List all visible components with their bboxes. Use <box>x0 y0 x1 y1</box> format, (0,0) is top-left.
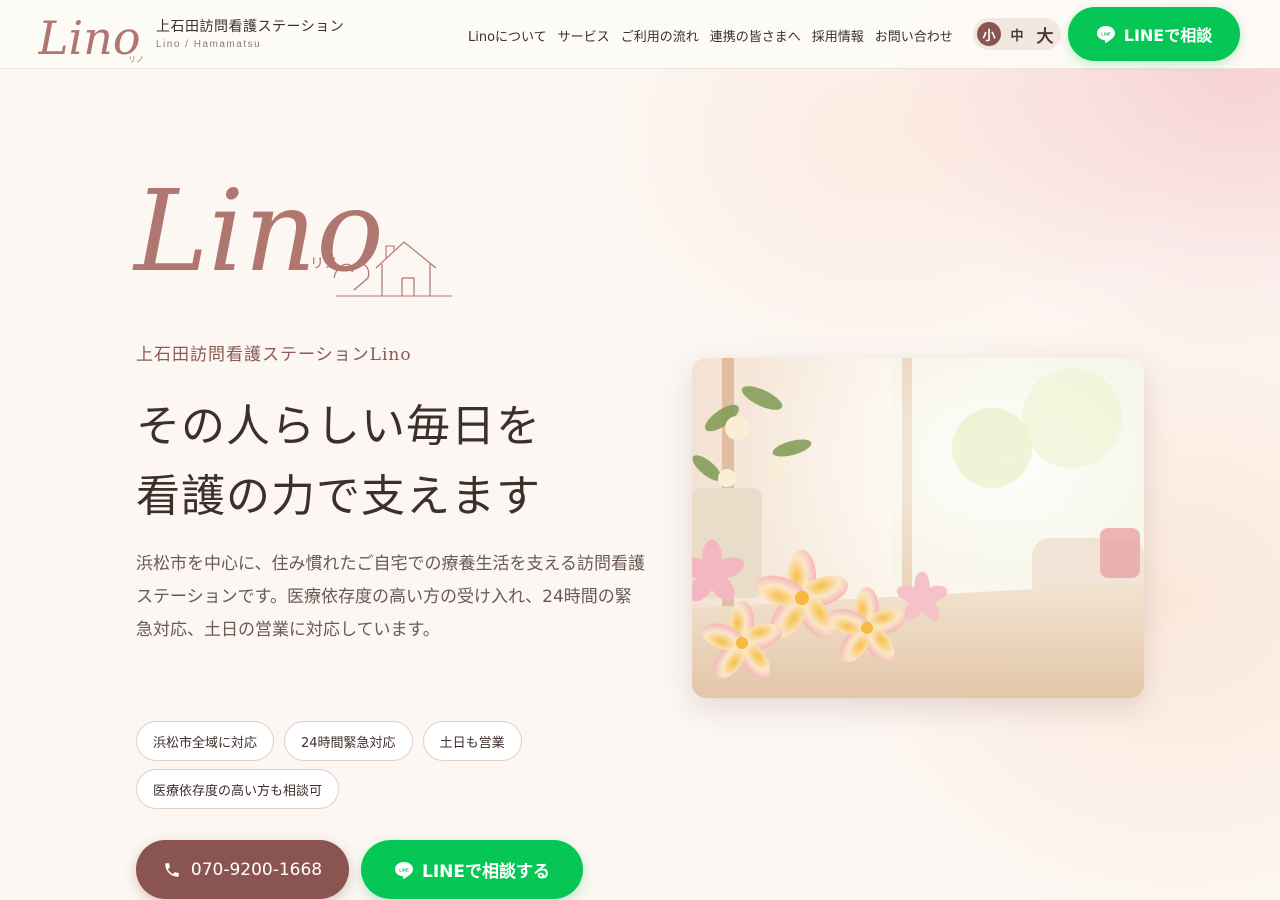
svg-text:リノ: リノ <box>310 256 338 272</box>
font-size-medium-button[interactable]: 中 <box>1005 22 1029 46</box>
font-size-small-button[interactable]: 小 <box>977 22 1001 46</box>
flowers-illustration <box>692 358 1144 698</box>
tag-weekend: 土日も営業 <box>422 721 522 761</box>
phone-call-button[interactable]: 070-9200-1668 <box>136 840 349 899</box>
svg-text:リノ: リノ <box>128 55 144 64</box>
hero-logo: Lino リノ <box>132 167 452 297</box>
svg-text:Lino: Lino <box>132 167 384 297</box>
site-header: Lino リノ 上石田訪問看護ステーション Lino / Hamamatsu L… <box>0 0 1280 69</box>
hero-title-line1: その人らしい毎日を <box>136 401 541 452</box>
tag-emergency: 24時間緊急対応 <box>284 721 413 761</box>
line-consult-label: LINEで相談する <box>422 862 550 882</box>
nav-recruit[interactable]: 採用情報 <box>812 26 864 45</box>
cta-row: 070-9200-1668 LINE LINEで相談する <box>136 840 583 899</box>
header-line-consult-label: LINEで相談 <box>1123 26 1213 45</box>
brand[interactable]: Lino リノ 上石田訪問看護ステーション Lino / Hamamatsu <box>38 0 344 68</box>
svg-text:LINE: LINE <box>1101 32 1111 37</box>
tag-medical-care: 医療依存度の高い方も相談可 <box>136 769 340 809</box>
main-nav: Linoについて サービス ご利用の流れ 連携の皆さまへ 採用情報 お問い合わせ <box>468 26 964 45</box>
hero-eyebrow: 上石田訪問看護ステーションLino <box>136 345 412 365</box>
line-consult-button[interactable]: LINE LINEで相談する <box>361 840 583 899</box>
nav-flow[interactable]: ご利用の流れ <box>621 26 699 45</box>
nav-partners[interactable]: 連携の皆さまへ <box>710 26 801 45</box>
brand-name: 上石田訪問看護ステーション <box>156 19 345 35</box>
tag-service-area: 浜松市全域に対応 <box>136 721 275 761</box>
brand-subtitle: Lino / Hamamatsu <box>156 39 262 50</box>
line-icon: LINE <box>395 861 413 879</box>
nav-about[interactable]: Linoについて <box>468 26 547 45</box>
phone-icon <box>165 862 179 877</box>
svg-text:Lino: Lino <box>38 11 141 65</box>
font-size-large-button[interactable]: 大 <box>1033 22 1057 47</box>
feature-tags: 浜松市全域に対応 24時間緊急対応 土日も営業 医療依存度の高い方も相談可 <box>136 721 556 809</box>
hero-description: 浜松市を中心に、住み慣れたご自宅での療養生活を支える訪問看護ステーションです。医… <box>136 554 645 640</box>
svg-text:LINE: LINE <box>399 867 409 872</box>
nav-contact[interactable]: お問い合わせ <box>875 26 953 45</box>
hero-title: その人らしい毎日を 看護の力で支えます <box>136 392 541 532</box>
hero-photo-flowers <box>692 358 1144 698</box>
phone-number: 070-9200-1668 <box>190 859 323 880</box>
hero-title-line2: 看護の力で支えます <box>136 471 541 522</box>
brand-logo: Lino リノ <box>38 11 144 65</box>
line-icon: LINE <box>1096 26 1115 43</box>
font-size-switcher: 小 中 大 <box>973 18 1061 50</box>
nav-services[interactable]: サービス <box>558 26 610 45</box>
brand-text: 上石田訪問看護ステーション Lino / Hamamatsu <box>156 16 344 50</box>
header-line-consult-button[interactable]: LINE LINEで相談 <box>1068 7 1240 61</box>
